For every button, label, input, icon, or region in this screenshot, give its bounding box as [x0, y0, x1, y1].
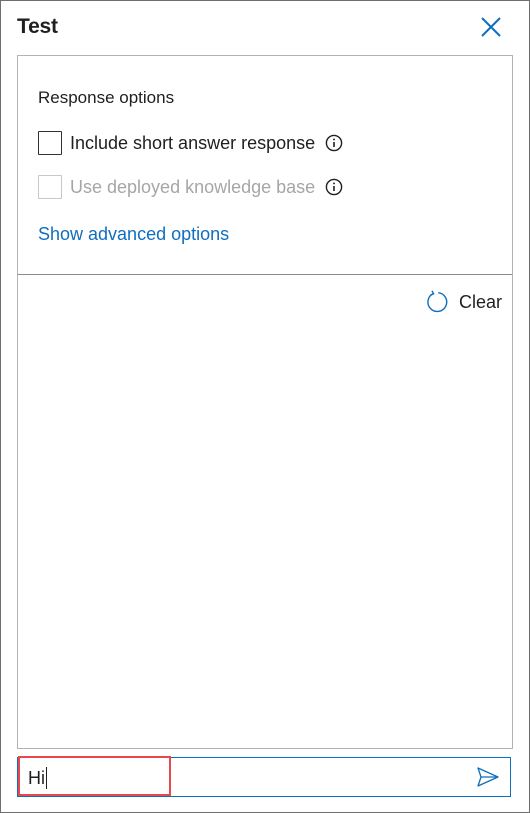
option-use-deployed-kb: Use deployed knowledge base	[38, 173, 343, 201]
send-button[interactable]	[476, 766, 500, 788]
response-options-section: Response options Include short answer re…	[17, 55, 513, 275]
message-input[interactable]: Hi	[28, 767, 47, 789]
message-input-bar[interactable]: Hi	[17, 756, 511, 797]
clear-button[interactable]: Clear	[425, 290, 502, 314]
response-options-heading: Response options	[38, 88, 175, 107]
text-caret	[46, 767, 47, 789]
refresh-icon	[427, 290, 448, 313]
test-panel: Test Response options Include short answ…	[0, 0, 530, 813]
chat-area: Clear	[17, 274, 513, 749]
deployed-kb-label: Use deployed knowledge base	[70, 176, 316, 197]
close-icon	[481, 17, 501, 37]
short-answer-checkbox[interactable]	[38, 131, 62, 155]
clear-label: Clear	[458, 291, 502, 312]
show-advanced-options-link[interactable]: Show advanced options	[38, 224, 229, 245]
panel-title: Test	[17, 15, 58, 38]
close-button[interactable]	[477, 13, 505, 41]
short-answer-label: Include short answer response	[70, 132, 316, 153]
send-icon	[477, 767, 499, 787]
message-input-value: Hi	[28, 767, 45, 788]
info-icon[interactable]	[325, 134, 343, 152]
info-icon[interactable]	[325, 178, 343, 196]
deployed-kb-checkbox	[38, 175, 62, 199]
option-include-short-answer: Include short answer response	[38, 129, 343, 157]
